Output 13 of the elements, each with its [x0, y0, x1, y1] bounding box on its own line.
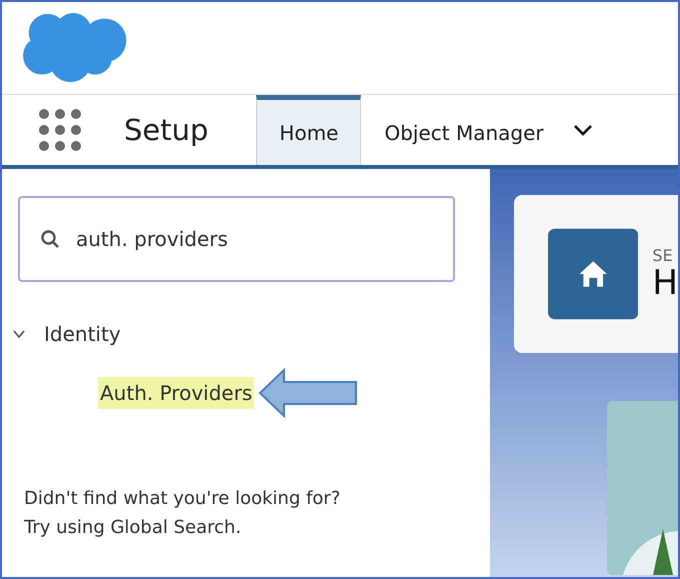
app-launcher-icon[interactable] [38, 108, 82, 152]
tree-item[interactable]: Identity [44, 322, 121, 346]
chevron-down-icon[interactable] [572, 124, 593, 136]
home-icon [548, 228, 638, 320]
hint-text: Try using Global Search. [24, 517, 242, 538]
hint-text: Didn't find what you're looking for? [24, 488, 342, 509]
nav-tab[interactable]: Object Manager [361, 95, 567, 165]
app-title: Setup [124, 113, 208, 147]
quick-find-field[interactable]: auth. providers [18, 196, 455, 282]
tree-item[interactable]: Auth. Providers [98, 377, 254, 409]
page-eyebrow: SE [652, 246, 674, 265]
page-title: H [652, 264, 678, 302]
nav-tab[interactable]: Home [256, 95, 362, 165]
